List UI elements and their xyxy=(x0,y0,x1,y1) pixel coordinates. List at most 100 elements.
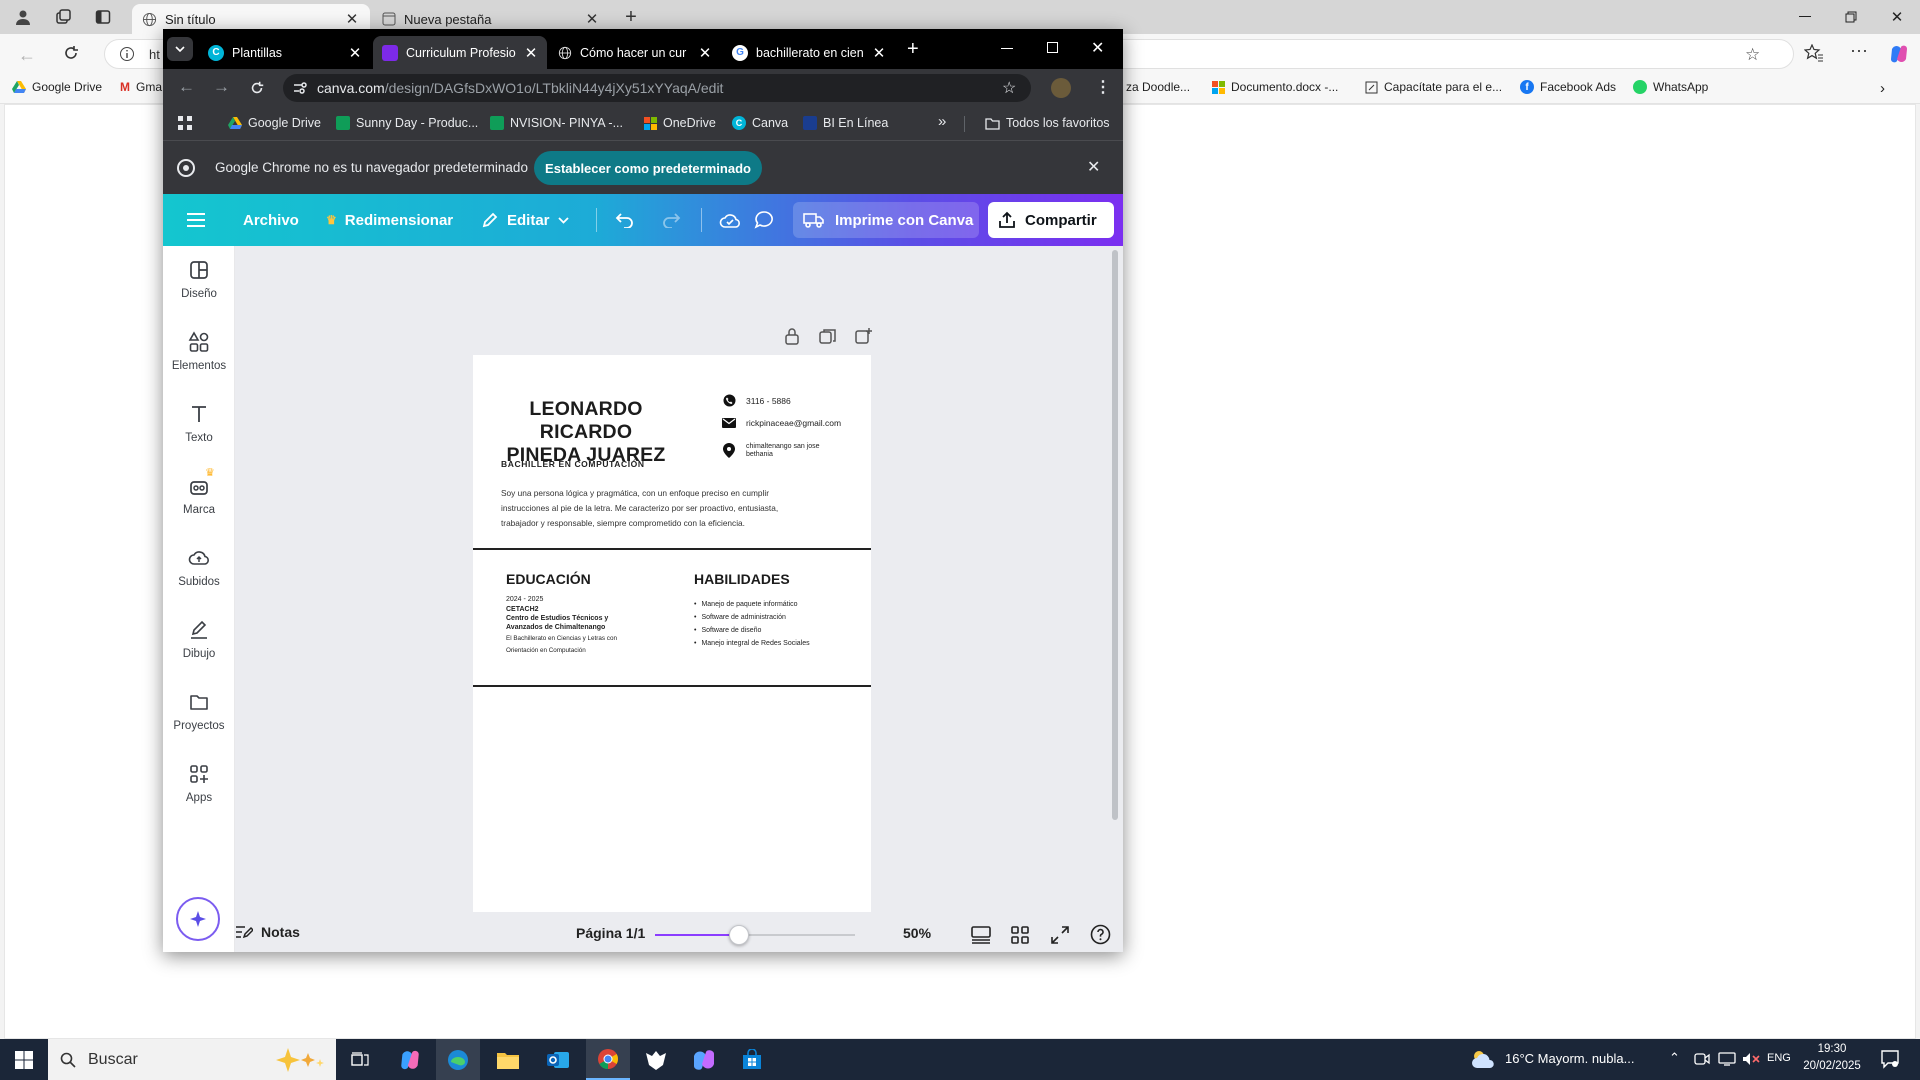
grid-view-icon[interactable] xyxy=(1011,926,1029,944)
page-indicator[interactable]: Página 1/1 xyxy=(576,925,645,941)
fullscreen-icon[interactable] xyxy=(1051,926,1069,944)
redimensionar-button[interactable]: ♛ Redimensionar xyxy=(326,194,453,246)
sidebar-item-apps[interactable]: Apps xyxy=(163,763,235,804)
outlook-icon[interactable] xyxy=(536,1039,580,1080)
file-explorer-icon[interactable] xyxy=(486,1039,530,1080)
duplicate-page-icon[interactable] xyxy=(819,328,837,346)
meet-now-icon[interactable] xyxy=(1694,1052,1710,1066)
bookmark-canva[interactable]: C Canva xyxy=(732,116,788,130)
magic-assistant-button[interactable] xyxy=(176,897,220,941)
copilot-taskbar-icon[interactable] xyxy=(388,1039,432,1080)
close-infobar-icon[interactable]: ✕ xyxy=(1087,157,1100,177)
set-default-button[interactable]: Establecer como predeterminado xyxy=(534,151,762,185)
add-page-icon[interactable] xyxy=(855,327,873,345)
chrome-tab-bachillerato[interactable]: G bachillerato en cien ✕ xyxy=(723,36,895,69)
chrome-tab-como-hacer[interactable]: Cómo hacer un cur ✕ xyxy=(549,36,721,69)
close-icon[interactable]: ✕ xyxy=(1874,0,1920,34)
close-tab-icon[interactable]: ✕ xyxy=(524,44,538,62)
back-icon[interactable]: ← xyxy=(18,45,36,66)
hamburger-menu-icon[interactable] xyxy=(187,194,205,246)
game-bar-icon[interactable] xyxy=(634,1039,678,1080)
bookmark-capacitate[interactable]: Capacítate para el e... xyxy=(1365,80,1502,94)
notifications-icon[interactable] xyxy=(1880,1049,1900,1069)
refresh-icon[interactable] xyxy=(249,80,265,96)
chrome-address-bar[interactable]: canva.com/design/DAGfsDxWO1o/LTbkliN44y4… xyxy=(283,74,1031,102)
info-icon[interactable] xyxy=(119,46,135,62)
lock-icon[interactable] xyxy=(784,327,800,345)
cv-address[interactable]: chimaltenango san jose bethania xyxy=(722,443,820,459)
bookmark-facebook-ads[interactable]: f Facebook Ads xyxy=(1520,80,1616,94)
microsoft365-icon[interactable] xyxy=(682,1039,726,1080)
chrome-tab-plantillas[interactable]: C Plantillas ✕ xyxy=(199,36,371,69)
windows-start-icon[interactable] xyxy=(2,1039,46,1080)
more-bookmarks-icon[interactable]: » xyxy=(938,113,946,130)
favorites-icon[interactable] xyxy=(1804,44,1824,62)
tab-search-icon[interactable] xyxy=(167,37,193,61)
page-view-icon[interactable] xyxy=(971,926,991,944)
favorite-star-icon[interactable]: ☆ xyxy=(1745,45,1760,65)
redo-icon[interactable] xyxy=(661,194,681,246)
bookmark-google-drive[interactable]: Google Drive xyxy=(12,80,102,94)
all-favorites-folder[interactable]: Todos los favoritos xyxy=(985,116,1110,130)
zoom-percentage[interactable]: 50% xyxy=(903,925,931,941)
close-tab-icon[interactable]: ✕ xyxy=(344,10,360,28)
bookmark-nvision[interactable]: NVISION- PINYA -... xyxy=(490,116,623,130)
volume-muted-icon[interactable] xyxy=(1742,1052,1760,1066)
minimize-icon[interactable] xyxy=(1782,0,1828,34)
weather-cloud-icon[interactable] xyxy=(1470,1049,1496,1069)
sidebar-item-marca[interactable]: ♛ Marca xyxy=(163,467,235,516)
maximize-icon[interactable] xyxy=(1047,42,1058,53)
zoom-slider-track[interactable] xyxy=(655,934,855,936)
task-view-icon[interactable] xyxy=(338,1039,382,1080)
sidebar-item-diseno[interactable]: Diseño xyxy=(163,259,235,300)
cv-subtitle[interactable]: BACHILLER EN COMPUTACIÓN xyxy=(501,459,645,469)
apps-grid-icon[interactable] xyxy=(178,116,192,130)
back-icon[interactable]: ← xyxy=(178,77,195,97)
sidebar-item-subidos[interactable]: Subidos xyxy=(163,547,235,588)
close-tab-icon[interactable]: ✕ xyxy=(584,10,600,28)
cv-about-text[interactable]: Soy una persona lógica y pragmática, con… xyxy=(501,486,841,531)
print-with-canva-button[interactable]: Imprime con Canva xyxy=(793,202,979,238)
bookmark-onedrive[interactable]: OneDrive xyxy=(644,116,716,130)
help-icon[interactable] xyxy=(1090,924,1111,945)
menu-icon[interactable]: ⋮ xyxy=(1095,77,1111,97)
chevron-up-icon[interactable]: ⌃ xyxy=(1669,1050,1680,1066)
store-icon[interactable] xyxy=(730,1039,774,1080)
close-tab-icon[interactable]: ✕ xyxy=(872,44,886,62)
cv-name[interactable]: LEONARDO RICARDO PINEDA JUAREZ xyxy=(487,398,685,467)
new-tab-icon[interactable]: + xyxy=(907,38,919,61)
bookmark-doodle[interactable]: za Doodle... xyxy=(1126,80,1190,94)
refresh-icon[interactable] xyxy=(62,44,80,62)
cv-phone[interactable]: 3116 - 5886 xyxy=(722,394,791,407)
clock-time[interactable]: 19:30 xyxy=(1802,1043,1862,1055)
close-tab-icon[interactable]: ✕ xyxy=(348,44,362,62)
bookmark-whatsapp[interactable]: WhatsApp xyxy=(1633,80,1708,94)
edge-taskbar-icon[interactable] xyxy=(436,1039,480,1080)
sidebar-item-texto[interactable]: Texto xyxy=(163,403,235,444)
comment-icon[interactable] xyxy=(754,194,774,246)
editar-menu[interactable]: Editar xyxy=(481,194,569,246)
cv-education-heading[interactable]: EDUCACIÓN xyxy=(506,571,591,587)
forward-icon[interactable]: → xyxy=(213,77,230,97)
clock-date[interactable]: 20/02/2025 xyxy=(1802,1060,1862,1072)
bookmark-star-icon[interactable]: ☆ xyxy=(1002,78,1016,98)
notes-button[interactable]: Notas xyxy=(235,924,300,940)
bookmark-documento[interactable]: Documento.docx -... xyxy=(1212,80,1338,94)
sidebar-item-dibujo[interactable]: Dibujo xyxy=(163,619,235,660)
chrome-taskbar-icon[interactable] xyxy=(586,1039,630,1080)
site-settings-icon[interactable] xyxy=(292,80,308,96)
more-icon[interactable]: ··· xyxy=(1850,40,1868,61)
restore-icon[interactable] xyxy=(1828,0,1874,34)
bookmark-google-drive[interactable]: Google Drive xyxy=(228,116,321,130)
chrome-tab-curriculum[interactable]: Curriculum Profesio ✕ xyxy=(373,36,547,69)
share-button[interactable]: Compartir xyxy=(988,202,1114,238)
avatar[interactable] xyxy=(1051,78,1071,98)
zoom-slider-thumb[interactable] xyxy=(729,925,749,945)
cv-email[interactable]: rickpinaceae@gmail.com xyxy=(722,418,841,428)
close-tab-icon[interactable]: ✕ xyxy=(698,44,712,62)
vertical-scrollbar[interactable] xyxy=(1112,250,1118,820)
close-icon[interactable]: ✕ xyxy=(1091,38,1104,58)
more-bookmarks-icon[interactable]: › xyxy=(1880,80,1885,97)
design-page[interactable]: LEONARDO RICARDO PINEDA JUAREZ BACHILLER… xyxy=(473,355,871,912)
language-indicator[interactable]: ENG xyxy=(1767,1052,1791,1064)
